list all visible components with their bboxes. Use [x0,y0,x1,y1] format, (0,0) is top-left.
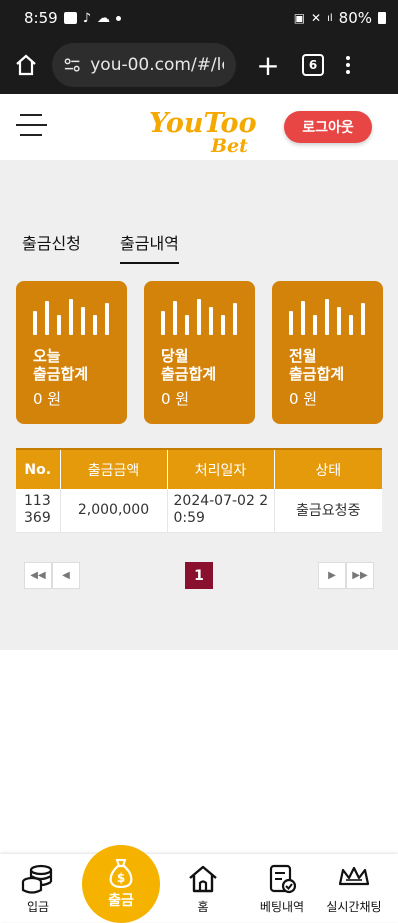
nav-withdraw[interactable]: $ 출금 [82,845,160,923]
cell-no: 113 369 [16,489,61,533]
chart-bars-icon [33,297,113,337]
prev-page-button[interactable]: ◀ [52,562,80,589]
browser-toolbar: you-00.com/#/lot + 6 [0,36,398,94]
crown-chat-icon [338,866,370,886]
nav-home[interactable]: 홈 [163,864,243,915]
battery-percent: 80% [338,9,372,27]
youtoobet-logo[interactable]: YouToo Bet [147,102,257,154]
status-time: 8:59 [24,9,58,27]
money-bag-icon: $ [109,859,133,888]
tab-switcher-button[interactable]: 6 [302,54,324,76]
coins-icon [21,864,53,894]
site-settings-icon [64,58,80,72]
nav-home-label: 홈 [197,900,209,914]
nav-live-chat-label: 실시간채팅 [326,900,382,914]
menu-hamburger-icon[interactable] [16,114,47,136]
column-header-status: 상태 [274,448,382,489]
withdrawal-history-table: No. 출금금액 처리일자 상태 113 369 2,000,000 2024-0… [16,448,382,533]
home-icon [189,865,217,893]
cell-status: 출금요청중 [274,489,382,533]
more-notifications-dot [115,15,121,21]
tiktok-notification-icon: ♪ [82,10,91,26]
nav-withdraw-label: 출금 [108,893,134,909]
lte-signal-icon: ıl [327,12,333,24]
browser-home-button[interactable] [10,49,42,81]
cell-amount: 2,000,000 [60,489,168,533]
url-text: you-00.com/#/lot [90,55,224,75]
gallery-notification-icon [63,12,77,24]
logo-text-sub: Bet [210,135,248,154]
chart-bars-icon [161,297,241,337]
logout-button[interactable]: 로그아웃 [284,111,372,143]
battery-saver-icon: ▣ [293,11,306,25]
pagination-prev-group: ◀◀ ◀ [24,562,80,589]
url-bar[interactable]: you-00.com/#/lot [52,43,236,87]
nav-betting-history-label: 베팅내역 [259,900,305,914]
nav-deposit-label: 입금 [26,900,50,914]
status-bar: 8:59 ♪ ☁ ▣ ✕ ıl 80% [0,0,398,36]
browser-menu-button[interactable] [346,56,350,74]
summary-card-this-month: 당월 출금합계 0 원 [144,281,255,424]
chevron-right-icon: ▶ [328,570,336,581]
first-page-button[interactable]: ◀◀ [24,562,52,589]
next-page-button[interactable]: ▶ [318,562,346,589]
nav-deposit[interactable]: 입금 [0,864,78,915]
tab-withdraw-history[interactable]: 출금내역 [120,230,179,264]
double-chevron-right-icon: ▶▶ [352,570,368,581]
chart-bars-icon [289,297,369,337]
new-tab-button[interactable]: + [252,49,284,82]
card-value: 0 원 [289,390,318,408]
card-value: 0 원 [33,390,62,408]
cloud-notification-icon: ☁ [96,10,110,26]
bottom-nav: 입금 홈 베팅내역 실시간채팅 [0,854,398,922]
cell-date: 2024-07-02 2 0:59 [167,489,275,533]
card-label: 당월 출금합계 [161,347,217,383]
last-page-button[interactable]: ▶▶ [346,562,374,589]
summary-card-today: 오늘 출금합계 0 원 [16,281,127,424]
column-header-no: No. [16,448,61,489]
betting-history-icon [269,864,297,894]
chevron-left-icon: ◀ [62,570,70,581]
svg-text:$: $ [117,871,125,885]
page-number-current[interactable]: 1 [185,562,213,589]
pagination-next-group: ▶ ▶▶ [318,562,374,589]
table-header-row: No. 출금금액 처리일자 상태 [16,448,382,489]
home-icon [16,54,36,76]
mute-icon: ✕ [311,11,322,25]
column-header-date: 처리일자 [167,448,275,489]
nav-betting-history[interactable]: 베팅내역 [242,864,322,915]
table-row[interactable]: 113 369 2,000,000 2024-07-02 2 0:59 출금요청중 [16,489,382,533]
card-label: 전월 출금합계 [289,347,345,383]
card-value: 0 원 [161,390,190,408]
tab-withdraw-request[interactable]: 출금신청 [22,230,81,254]
summary-card-last-month: 전월 출금합계 0 원 [272,281,383,424]
card-label: 오늘 출금합계 [33,347,89,383]
battery-icon [378,12,386,24]
column-header-amount: 출금금액 [60,448,168,489]
nav-live-chat[interactable]: 실시간채팅 [314,864,394,915]
double-chevron-left-icon: ◀◀ [30,570,46,581]
